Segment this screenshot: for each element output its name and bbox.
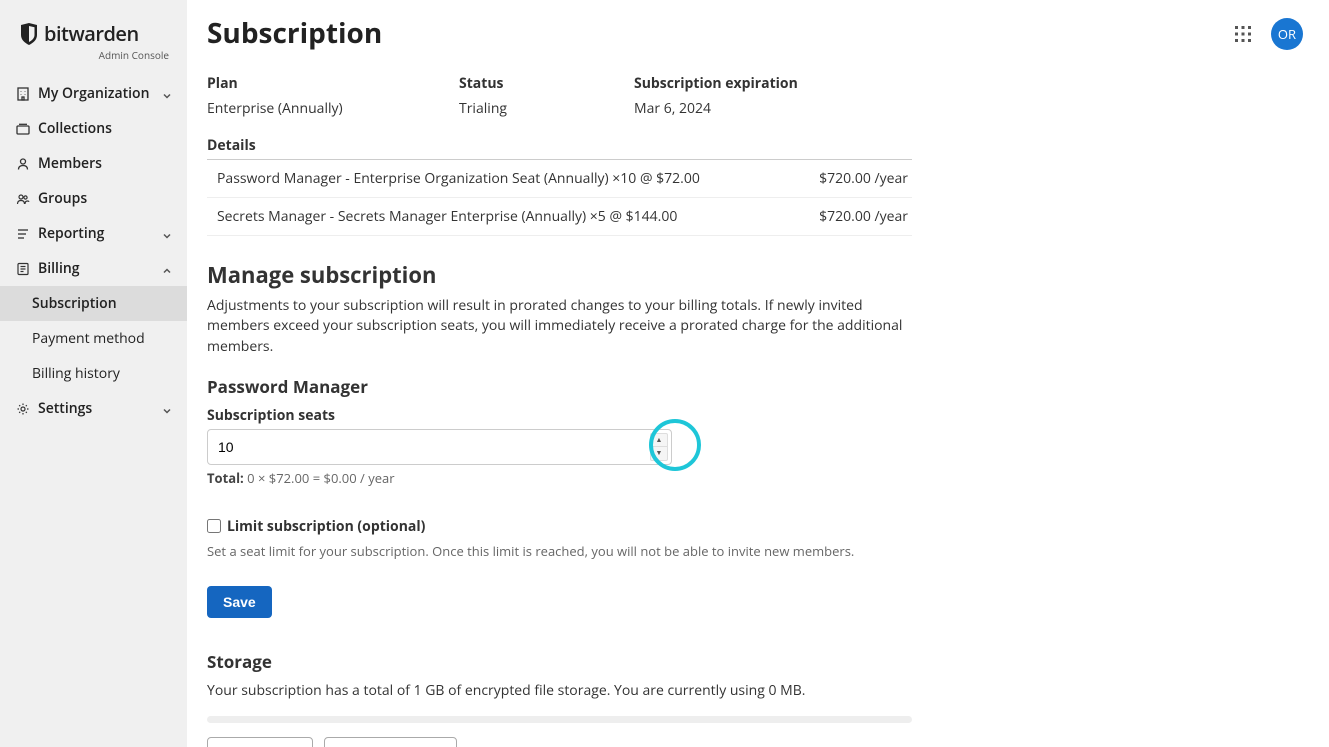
status-value: Trialing <box>459 99 634 118</box>
storage-heading: Storage <box>207 650 1309 673</box>
details-desc: Secrets Manager - Secrets Manager Enterp… <box>217 207 677 226</box>
sidebar-item-org[interactable]: My Organization <box>0 76 187 111</box>
collections-icon <box>16 122 30 136</box>
sidebar-item-settings[interactable]: Settings <box>0 391 187 426</box>
plan-label: Plan <box>207 74 459 93</box>
chevron-down-icon <box>161 228 173 240</box>
details-heading: Details <box>207 136 912 160</box>
sidebar-item-label: Groups <box>38 189 173 208</box>
sidebar-sub-subscription[interactable]: Subscription <box>0 286 187 321</box>
sidebar: bitwarden Admin Console My Organization … <box>0 0 187 747</box>
sidebar-item-reporting[interactable]: Reporting <box>0 216 187 251</box>
sidebar-item-label: Billing <box>38 259 153 278</box>
sidebar-item-label: Collections <box>38 119 173 138</box>
limit-checkbox[interactable] <box>207 519 221 533</box>
manage-help: Adjustments to your subscription will re… <box>207 296 907 357</box>
limit-label: Limit subscription (optional) <box>227 517 425 536</box>
storage-progress <box>207 716 912 723</box>
chevron-down-icon <box>161 88 173 100</box>
seats-input-wrap: ▲ ▼ <box>207 429 672 465</box>
seats-stepper[interactable]: ▲ ▼ <box>650 433 668 461</box>
details-price: $720.00 /year <box>819 207 908 226</box>
seats-label: Subscription seats <box>207 406 1309 425</box>
bars-icon <box>16 227 30 241</box>
status-label: Status <box>459 74 634 93</box>
seats-input[interactable] <box>207 429 672 465</box>
building-icon <box>16 87 30 101</box>
storage-text: Your subscription has a total of 1 GB of… <box>207 681 1309 700</box>
expiration-value: Mar 6, 2024 <box>634 99 798 118</box>
sidebar-item-collections[interactable]: Collections <box>0 111 187 146</box>
subscription-info: Plan Enterprise (Annually) Status Triali… <box>207 74 1309 118</box>
details-row: Password Manager - Enterprise Organizati… <box>207 160 912 198</box>
brand-subtitle: Admin Console <box>20 48 169 62</box>
sidebar-sub-payment[interactable]: Payment method <box>0 321 187 356</box>
seats-total: Total: 0 × $72.00 = $0.00 / year <box>207 469 1309 487</box>
sidebar-item-label: My Organization <box>38 84 153 103</box>
brand-name: bitwarden <box>44 20 139 47</box>
sidebar-item-label: Settings <box>38 399 153 418</box>
chevron-up-icon <box>161 263 173 275</box>
stepper-up-icon[interactable]: ▲ <box>651 434 667 448</box>
chevron-down-icon <box>161 403 173 415</box>
manage-heading: Manage subscription <box>207 260 1309 290</box>
expiration-label: Subscription expiration <box>634 74 798 93</box>
pm-heading: Password Manager <box>207 375 1309 398</box>
limit-help: Set a seat limit for your subscription. … <box>207 542 1309 560</box>
details-block: Details Password Manager - Enterprise Or… <box>207 136 1309 236</box>
gear-icon <box>16 402 30 416</box>
shield-icon <box>20 23 38 45</box>
add-storage-button[interactable]: Add storage <box>207 737 313 747</box>
main-content: OR Subscription Plan Enterprise (Annuall… <box>187 0 1329 747</box>
details-desc: Password Manager - Enterprise Organizati… <box>217 169 700 188</box>
sidebar-item-billing[interactable]: Billing <box>0 251 187 286</box>
brand-logo[interactable]: bitwarden Admin Console <box>0 0 187 76</box>
limit-row: Limit subscription (optional) <box>207 517 1309 536</box>
user-icon <box>16 157 30 171</box>
page-title: Subscription <box>207 14 1309 52</box>
sidebar-item-label: Members <box>38 154 173 173</box>
users-icon <box>16 192 30 206</box>
billing-icon <box>16 262 30 276</box>
app-launcher-icon[interactable] <box>1233 24 1253 44</box>
save-button[interactable]: Save <box>207 586 272 618</box>
user-avatar[interactable]: OR <box>1271 18 1303 50</box>
billing-submenu: Subscription Payment method Billing hist… <box>0 286 187 391</box>
details-price: $720.00 /year <box>819 169 908 188</box>
sidebar-item-members[interactable]: Members <box>0 146 187 181</box>
sidebar-item-groups[interactable]: Groups <box>0 181 187 216</box>
plan-value: Enterprise (Annually) <box>207 99 459 118</box>
details-row: Secrets Manager - Secrets Manager Enterp… <box>207 198 912 236</box>
sidebar-item-label: Reporting <box>38 224 153 243</box>
stepper-down-icon[interactable]: ▼ <box>651 447 667 460</box>
sidebar-sub-history[interactable]: Billing history <box>0 356 187 391</box>
remove-storage-button[interactable]: Remove storage <box>324 737 457 747</box>
